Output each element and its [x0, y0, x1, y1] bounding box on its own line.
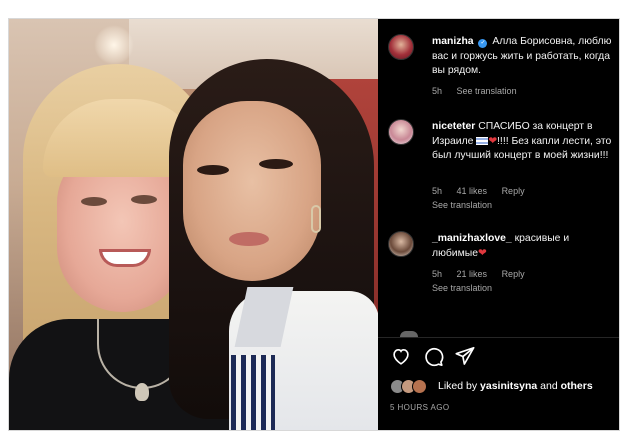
earring — [311, 205, 321, 233]
israel-flag-icon — [476, 136, 489, 145]
caption-meta: 5h See translation — [432, 86, 529, 96]
eye — [259, 159, 293, 169]
divider — [378, 337, 619, 338]
heart-emoji-icon: ❤ — [488, 135, 498, 147]
comment-icon[interactable] — [422, 345, 444, 367]
avatar[interactable] — [388, 231, 414, 257]
liker-username-link[interactable]: yasinitsyna — [480, 380, 537, 392]
comment-meta: 5h 21 likes Reply — [432, 269, 537, 279]
username-link[interactable]: manizha — [432, 36, 474, 47]
comment-text: _manizhaxlove_ красивые и любимые❤ — [432, 232, 618, 261]
verified-badge-icon: ✓ — [478, 39, 488, 48]
post-timestamp: 5 HOURS AGO — [390, 403, 450, 412]
comment-text: niceteter СПАСИБО за концерт в Израиле ❤… — [432, 120, 618, 164]
striped-top — [231, 355, 275, 430]
eye — [81, 197, 107, 206]
comment-time: 5h — [432, 186, 443, 196]
comment-time: 5h — [432, 269, 443, 279]
comment-meta: 5h 41 likes Reply — [432, 186, 537, 196]
username-link[interactable]: _manizhaxlove_ — [432, 233, 512, 244]
avatar[interactable] — [388, 34, 414, 60]
instagram-post-screenshot: manizha ✓ Алла Борисовна, люблю вас и го… — [8, 18, 620, 431]
lips — [229, 232, 269, 246]
comment-likes[interactable]: 41 likes — [457, 186, 488, 196]
see-translation-link[interactable]: See translation — [432, 200, 492, 210]
liked-by-text: Liked by yasinitsyna and others — [438, 380, 593, 392]
comment-time: 5h — [432, 86, 443, 96]
heart-emoji-icon: ❤ — [478, 247, 487, 259]
post-photo[interactable] — [9, 19, 378, 430]
likes-summary: Liked by yasinitsyna and others — [390, 379, 619, 395]
comments-panel: manizha ✓ Алла Борисовна, люблю вас и го… — [378, 19, 619, 430]
heart-icon[interactable] — [390, 345, 412, 367]
comment-likes[interactable]: 21 likes — [457, 269, 488, 279]
see-translation-link[interactable]: See translation — [432, 283, 492, 293]
liker-avatar — [412, 379, 427, 394]
ceiling-lamp — [94, 25, 134, 65]
caption-text: manizha ✓ Алла Борисовна, люблю вас и го… — [432, 35, 618, 79]
share-icon[interactable] — [454, 345, 476, 367]
username-link[interactable]: niceteter — [432, 121, 475, 132]
eye — [131, 195, 157, 204]
pendant — [135, 383, 149, 401]
avatar[interactable] — [388, 119, 414, 145]
eye — [197, 165, 229, 175]
reply-button[interactable]: Reply — [502, 269, 525, 279]
see-translation-link[interactable]: See translation — [457, 86, 517, 96]
dark-haired-woman-face — [183, 101, 321, 281]
others-link[interactable]: others — [561, 380, 593, 392]
reply-button[interactable]: Reply — [502, 186, 525, 196]
